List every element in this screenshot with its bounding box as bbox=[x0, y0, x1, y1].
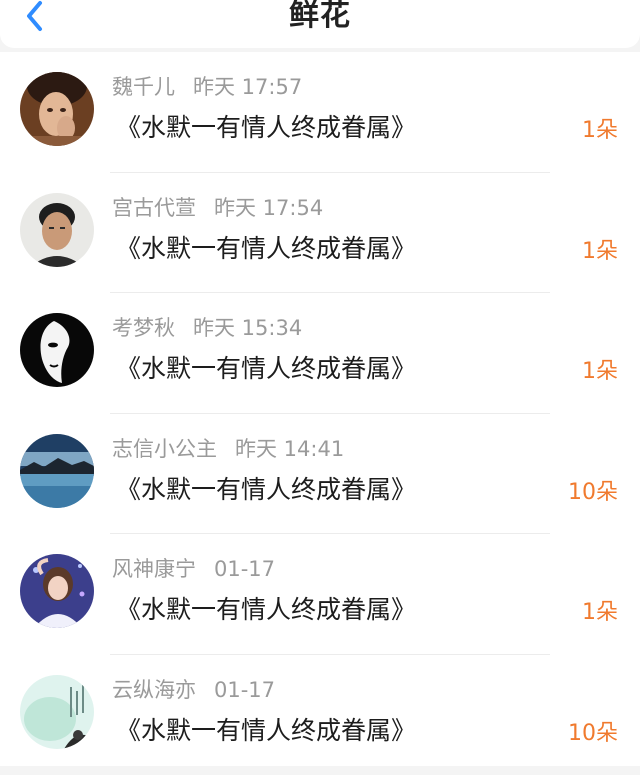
gift-time: 昨天 17:57 bbox=[193, 75, 302, 99]
gift-time: 昨天 17:54 bbox=[214, 196, 323, 220]
avatar[interactable] bbox=[20, 434, 94, 508]
flower-count: 1朵 bbox=[582, 598, 618, 628]
avatar[interactable] bbox=[20, 675, 94, 749]
avatar[interactable] bbox=[20, 72, 94, 146]
gift-time: 昨天 14:41 bbox=[235, 437, 344, 461]
flower-count: 1朵 bbox=[582, 357, 618, 387]
gift-meta: 考梦秋昨天 15:34 bbox=[112, 313, 302, 343]
sender-name[interactable]: 宫古代萱 bbox=[112, 196, 196, 220]
list-item[interactable]: 云纵海亦 01-17 《水默一有情人终成眷属》 10朵 bbox=[0, 655, 640, 775]
gift-meta: 宫古代萱昨天 17:54 bbox=[112, 193, 323, 223]
avatar[interactable] bbox=[20, 554, 94, 628]
gift-time: 01-17 bbox=[214, 678, 275, 702]
sender-name[interactable]: 考梦秋 bbox=[112, 316, 175, 340]
avatar[interactable] bbox=[20, 193, 94, 267]
book-title[interactable]: 《水默一有情人终成眷属》 bbox=[116, 351, 416, 387]
gift-meta: 志信小公主昨天 14:41 bbox=[112, 434, 344, 464]
book-title[interactable]: 《水默一有情人终成眷属》 bbox=[116, 231, 416, 267]
sender-name[interactable]: 魏千儿 bbox=[112, 75, 175, 99]
sender-name[interactable]: 风神康宁 bbox=[112, 557, 196, 581]
book-title[interactable]: 《水默一有情人终成眷属》 bbox=[116, 472, 416, 508]
sender-name[interactable]: 云纵海亦 bbox=[112, 678, 196, 702]
flower-count: 1朵 bbox=[582, 116, 618, 146]
gift-meta: 云纵海亦 01-17 bbox=[112, 675, 275, 705]
list-item[interactable]: 考梦秋昨天 15:34 《水默一有情人终成眷属》 1朵 bbox=[0, 293, 640, 414]
gift-time: 01-17 bbox=[214, 557, 275, 581]
gift-meta: 魏千儿昨天 17:57 bbox=[112, 72, 302, 102]
book-title[interactable]: 《水默一有情人终成眷属》 bbox=[116, 713, 416, 749]
list-item[interactable]: 风神康宁 01-17 《水默一有情人终成眷属》 1朵 bbox=[0, 534, 640, 655]
list-item[interactable]: 宫古代萱昨天 17:54 《水默一有情人终成眷属》 1朵 bbox=[0, 173, 640, 294]
list-item[interactable]: 魏千儿昨天 17:57 《水默一有情人终成眷属》 1朵 bbox=[0, 52, 640, 173]
header-bar: 鲜花 bbox=[0, 0, 640, 48]
list-item[interactable]: 志信小公主昨天 14:41 《水默一有情人终成眷属》 10朵 bbox=[0, 414, 640, 535]
gift-time: 昨天 15:34 bbox=[193, 316, 302, 340]
gift-meta: 风神康宁 01-17 bbox=[112, 554, 275, 584]
book-title[interactable]: 《水默一有情人终成眷属》 bbox=[116, 110, 416, 146]
book-title[interactable]: 《水默一有情人终成眷属》 bbox=[116, 592, 416, 628]
page-title: 鲜花 bbox=[0, 0, 640, 36]
flower-count: 10朵 bbox=[568, 478, 618, 508]
avatar[interactable] bbox=[20, 313, 94, 387]
flower-count: 10朵 bbox=[568, 719, 618, 749]
flower-count: 1朵 bbox=[582, 237, 618, 267]
sender-name[interactable]: 志信小公主 bbox=[112, 437, 217, 461]
gift-list: 魏千儿昨天 17:57 《水默一有情人终成眷属》 1朵 宫古代萱昨天 17:54… bbox=[0, 52, 640, 766]
